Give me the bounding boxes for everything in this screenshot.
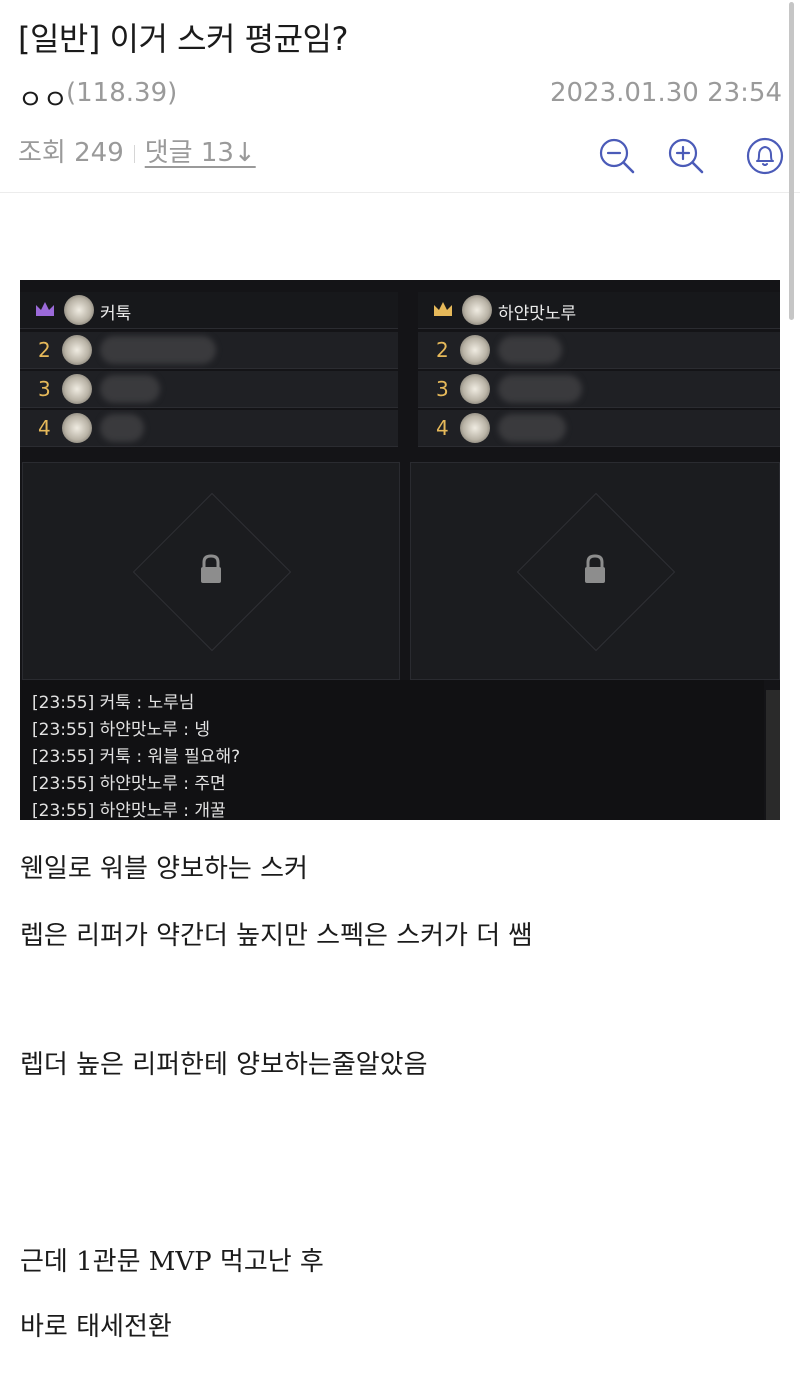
slot-number: 4 xyxy=(38,416,51,440)
class-icon xyxy=(62,413,92,443)
author-name[interactable]: ㅇㅇ xyxy=(18,78,68,117)
blurred-name xyxy=(498,375,582,403)
party-slot: 4 xyxy=(20,410,398,447)
chat-scrollbar xyxy=(766,690,780,820)
author-ip: (118.39) xyxy=(66,78,178,108)
class-icon xyxy=(460,413,490,443)
class-icon xyxy=(62,335,92,365)
game-screenshot: 커툭 2 3 4 하얀맛노루 2 3 4 [23:55] 커툭: 노루님 [2… xyxy=(20,280,780,820)
chat-line: [23:55] 하얀맛노루 : 주면 xyxy=(32,774,226,794)
header-divider xyxy=(0,192,800,193)
body-paragraph: 바로 태세전환 xyxy=(20,1312,172,1342)
body-paragraph: 웬일로 워블 양보하는 스커 xyxy=(20,854,308,884)
chat-log: [23:55] 커툭 : 노루님 [23:55] 하얀맛노루 : 넹 [23:5… xyxy=(20,680,764,820)
lock-icon xyxy=(201,554,221,583)
locked-slot-left xyxy=(22,462,400,680)
author-row: ㅇㅇ (118.39) 2023.01.30 23:54 xyxy=(18,78,782,117)
party-slot: 3 xyxy=(418,371,780,408)
party-slot: 4 xyxy=(418,410,780,447)
post-title: [일반] 이거 스커 평균임? xyxy=(18,20,348,58)
notification-button[interactable] xyxy=(745,136,785,176)
zoom-in-button[interactable] xyxy=(666,136,706,176)
post-date: 2023.01.30 23:54 xyxy=(549,78,782,108)
chat-line: [23:55] 하얀맛노루 : 넹 xyxy=(32,720,211,740)
blurred-name xyxy=(498,336,562,364)
party-slot: 2 xyxy=(20,332,398,369)
slot-number: 4 xyxy=(436,416,449,440)
blurred-name xyxy=(100,336,216,364)
slot-number: 2 xyxy=(436,338,449,362)
chat-line: [23:55] 커툭 : 워블 필요해? xyxy=(32,747,241,767)
zoom-out-button[interactable] xyxy=(597,136,637,176)
bell-icon xyxy=(746,137,784,175)
body-paragraph: 근데 1관문 MVP 먹고난 후 xyxy=(20,1247,324,1277)
view-count: 조회 249 xyxy=(18,138,124,168)
slot-number: 3 xyxy=(38,377,51,401)
party-slot-leader: 커툭 xyxy=(20,292,398,329)
crown-icon xyxy=(36,302,54,316)
zoom-out-icon xyxy=(599,138,635,174)
party-slot: 2 xyxy=(418,332,780,369)
body-paragraph: 렙은 리퍼가 약간더 높지만 스펙은 스커가 더 쌤 xyxy=(20,921,533,951)
slot-number: 3 xyxy=(436,377,449,401)
slot-number: 2 xyxy=(38,338,51,362)
chat-line: [23:55] 커툭 : 노루님 xyxy=(32,693,195,713)
class-icon xyxy=(462,295,492,325)
chat-line: [23:55] 하얀맛노루 : 개꿀 xyxy=(32,801,226,820)
blurred-name xyxy=(100,375,160,403)
body-paragraph: 렙더 높은 리퍼한테 양보하는줄알았음 xyxy=(20,1050,428,1080)
party-slot: 3 xyxy=(20,371,398,408)
page-scrollbar[interactable] xyxy=(789,2,794,320)
comments-link[interactable]: 댓글 13↓ xyxy=(145,138,256,168)
locked-slot-right xyxy=(410,462,780,680)
stats-row: 조회 249 댓글 13↓ xyxy=(18,132,256,168)
party-leader-name: 하얀맛노루 xyxy=(498,304,577,324)
blurred-name xyxy=(498,414,566,442)
class-icon xyxy=(460,374,490,404)
class-icon xyxy=(460,335,490,365)
class-icon xyxy=(62,374,92,404)
stat-divider xyxy=(133,144,135,163)
class-icon xyxy=(64,295,94,325)
party-slot-leader: 하얀맛노루 xyxy=(418,292,780,329)
crown-icon xyxy=(434,302,452,316)
lock-icon xyxy=(585,554,605,583)
blurred-name xyxy=(100,414,144,442)
zoom-in-icon xyxy=(668,138,704,174)
party-leader-name: 커툭 xyxy=(100,304,132,324)
